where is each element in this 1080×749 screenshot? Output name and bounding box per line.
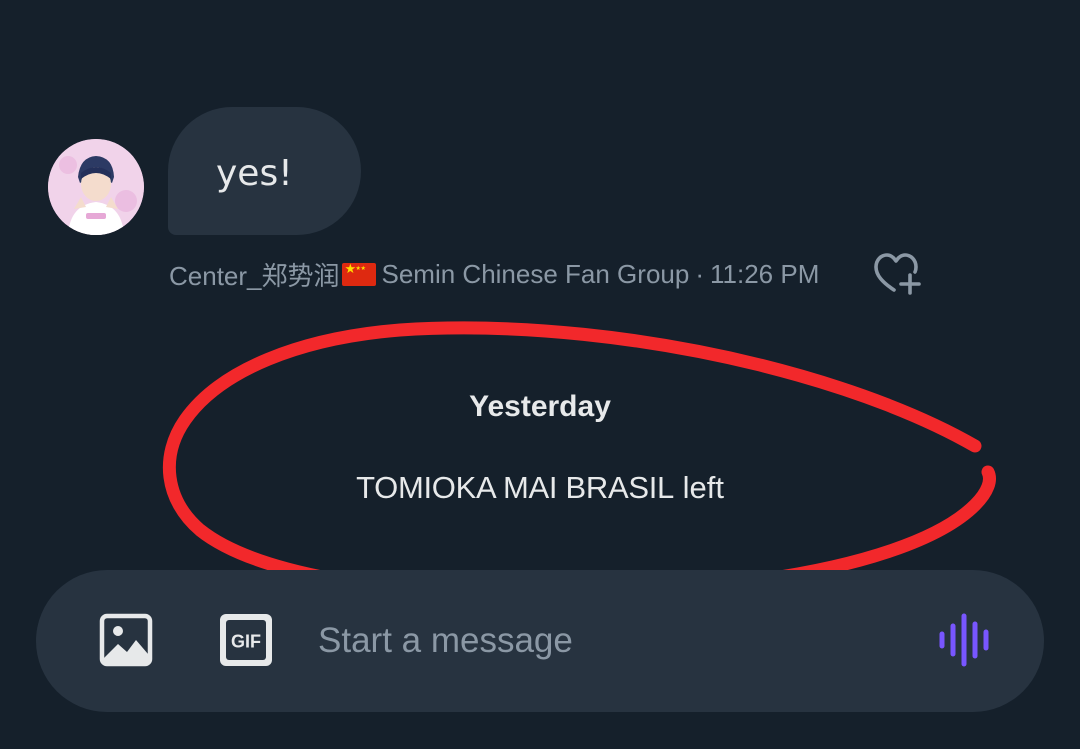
message-meta: Center_郑势润 Semin Chinese Fan Group · 11:… [169,257,819,291]
image-icon [99,613,153,667]
sender-name: Center_郑势润 [169,260,340,291]
add-gif-button[interactable]: GIF [218,612,274,668]
avatar-image [48,139,144,235]
meta-separator: · [695,258,704,289]
add-image-button[interactable] [98,612,154,668]
message-composer: GIF [36,570,1044,712]
sender-avatar[interactable] [48,139,144,235]
message-text: yes! [216,153,293,194]
conversation-event: TOMIOKA MAI BRASIL left [0,470,1080,506]
group-name: Semin Chinese Fan Group [381,258,690,289]
gif-label: GIF [231,632,261,652]
date-separator: Yesterday [469,390,611,423]
heart-plus-icon [874,253,921,295]
event-user-name: TOMIOKA MAI BRASIL [356,470,674,505]
event-action: left [682,470,724,505]
add-reaction-button[interactable] [872,250,926,296]
voice-message-button[interactable] [936,610,996,670]
message-input[interactable] [318,614,878,668]
china-flag-icon [341,261,376,286]
message-bubble[interactable]: yes! [168,107,361,235]
voice-icon [939,613,989,667]
gif-icon: GIF [220,614,272,666]
message-time: 11:26 PM [710,258,820,289]
